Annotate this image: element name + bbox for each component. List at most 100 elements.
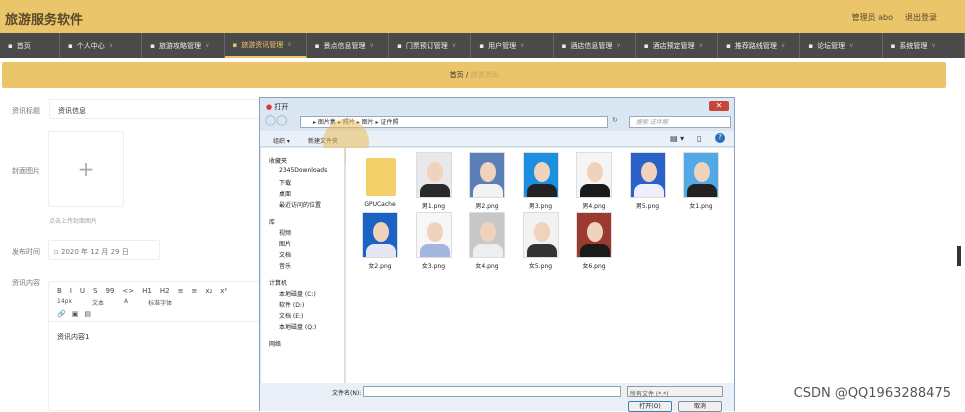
rich-editor[interactable]: B I U S 99 <> H1 H2 ≡ ≡ x₂ x² 14px 文本 A 标准字体 🔗 ▣ ▤ 资讯内容1 xyxy=(48,281,263,411)
color-icon[interactable]: A xyxy=(124,298,128,307)
photo-thumbnail xyxy=(683,152,719,198)
nav-pane-item[interactable]: 软件 (D:) xyxy=(261,298,344,309)
logout-link[interactable]: 退出登录 xyxy=(905,12,937,23)
editor-tool-button[interactable]: <> xyxy=(122,287,134,295)
nav-label: 论坛管理 xyxy=(817,41,846,50)
file-item[interactable]: 男3.png xyxy=(519,152,563,210)
refresh-icon[interactable]: ↻ xyxy=(612,116,618,124)
nav-pane-item[interactable]: 桌面 xyxy=(261,187,344,198)
editor-content[interactable]: 资讯内容1 xyxy=(49,322,262,352)
title-input[interactable]: 资讯信息 xyxy=(49,99,264,119)
image-icon[interactable]: ▣ xyxy=(72,310,79,318)
content-label: 资讯内容 xyxy=(12,279,40,287)
organize-button[interactable]: 组织 ▾ xyxy=(273,136,290,145)
file-item[interactable]: 男4.png xyxy=(572,152,616,210)
editor-tool-button[interactable]: H2 xyxy=(160,287,170,295)
nav-item[interactable]: ▪ 景点信息管理 ∨ xyxy=(307,33,390,58)
folder-icon xyxy=(362,152,398,198)
file-item[interactable]: 男5.png xyxy=(626,152,670,210)
nav-pane-item[interactable]: 视频 xyxy=(261,226,344,237)
editor-tool-button[interactable]: x² xyxy=(220,287,227,295)
editor-tool-button[interactable]: I xyxy=(70,287,72,295)
chevron-down-icon: ∨ xyxy=(780,42,786,49)
plus-icon: + xyxy=(77,157,95,181)
nav-item[interactable]: ▪ 旅游资讯管理 ∨ xyxy=(224,33,307,58)
preview-pane-icon[interactable]: ▯ xyxy=(697,134,701,143)
editor-tool-button[interactable]: ≡ xyxy=(178,287,184,295)
nav-item[interactable]: ▪ 酒店信息管理 ∨ xyxy=(554,33,636,58)
date-picker[interactable]: ▫ 2020 年 12 月 29 日 xyxy=(48,240,160,260)
back-forward-buttons[interactable]: ◯◯ xyxy=(265,115,287,126)
file-item[interactable]: 男2.png xyxy=(465,152,509,210)
file-item[interactable]: 女4.png xyxy=(465,212,509,270)
nav-pane-item[interactable]: 2345Downloads xyxy=(261,165,344,176)
editor-tool-button[interactable]: S xyxy=(93,287,97,295)
nav-pane-item[interactable]: 网络 xyxy=(261,337,344,348)
grid-icon: ▪ xyxy=(890,41,896,50)
cancel-button[interactable]: 取消 xyxy=(678,401,722,412)
bracket-icon: ▪ xyxy=(643,41,649,50)
nav-item[interactable]: ▪ 用户管理 ∨ xyxy=(471,33,554,58)
nav-pane-item[interactable]: 本地磁盘 (C:) xyxy=(261,287,344,298)
nav-pane-item[interactable]: 最近访问的位置 xyxy=(261,198,344,209)
cover-label: 封面图片 xyxy=(12,167,40,175)
file-list: GPUCache 男1.png 男2.png 男3.png 男4.png 男5.png 女1… xyxy=(346,148,734,383)
nav-pane-item[interactable]: 收藏夹 xyxy=(261,154,344,165)
nav-item[interactable]: ▪ 旅游攻略管理 ∨ xyxy=(142,33,225,58)
file-item[interactable]: 女5.png xyxy=(519,212,563,270)
path-segment[interactable]: 证件照 xyxy=(380,119,398,126)
nav-pane-item[interactable]: 计算机 xyxy=(261,276,344,287)
chevron-down-icon: ∨ xyxy=(520,42,525,49)
nav-pane-item[interactable]: 音乐 xyxy=(261,259,344,270)
file-name: GPUCache xyxy=(364,201,396,208)
editor-tool-button[interactable]: H1 xyxy=(142,287,152,295)
nav-pane-item[interactable]: 文档 (E:) xyxy=(261,309,344,320)
nav-item[interactable]: ▪ 门票预订管理 ∨ xyxy=(389,33,472,58)
file-name: 女5.png xyxy=(528,263,553,270)
nav-pane-item[interactable]: 库 xyxy=(261,215,344,226)
file-item[interactable]: 女3.png xyxy=(412,212,456,270)
nav-item[interactable]: ▪ 首页 xyxy=(0,33,60,58)
link-icon[interactable]: 🔗 xyxy=(57,310,66,318)
nav-pane-item[interactable]: 本地磁盘 (Q:) xyxy=(261,320,344,331)
nav-pane-item[interactable]: 文档 xyxy=(261,248,344,259)
nav-item[interactable]: ▪ 系统管理 ∨ xyxy=(883,33,965,58)
chevron-down-icon: ∨ xyxy=(205,42,210,49)
hotel-icon: ▪ xyxy=(561,41,567,50)
editor-tool-button[interactable]: x₂ xyxy=(205,287,212,295)
file-item[interactable]: 男1.png xyxy=(412,152,456,210)
file-item[interactable]: 女2.png xyxy=(358,212,402,270)
file-type-select[interactable]: 所有文件 (*.*) xyxy=(627,386,723,398)
search-input[interactable]: 搜索 证件照 xyxy=(629,116,731,128)
size-select[interactable]: 14px xyxy=(57,298,72,307)
editor-tool-button[interactable]: U xyxy=(80,287,85,295)
cover-upload[interactable]: + xyxy=(48,131,124,207)
nav-item[interactable]: ▪ 酒店预定管理 ∨ xyxy=(636,33,719,58)
video-icon[interactable]: ▤ xyxy=(84,310,91,318)
nav-item[interactable]: ▪ 推荐路线管理 ∨ xyxy=(718,33,801,58)
file-item[interactable]: 女6.png xyxy=(572,212,616,270)
breadcrumb-home[interactable]: 首页 xyxy=(450,71,464,79)
type-select[interactable]: 文本 xyxy=(92,298,104,307)
home-icon: ▪ xyxy=(8,41,13,50)
open-button[interactable]: 打开(O) xyxy=(628,401,672,412)
view-icon[interactable]: ▤ ▾ xyxy=(670,134,684,143)
editor-tool-button[interactable]: ≡ xyxy=(191,287,197,295)
help-icon[interactable]: ? xyxy=(715,133,725,143)
file-item[interactable]: GPUCache xyxy=(358,152,402,208)
nav-item[interactable]: ▪ 个人中心 ∨ xyxy=(60,33,143,58)
font-select[interactable]: 标准字体 xyxy=(148,298,172,307)
editor-tool-button[interactable]: B xyxy=(57,287,62,295)
path-segment[interactable]: 图片 xyxy=(362,119,374,126)
close-button[interactable]: ✕ xyxy=(709,101,729,111)
app-title: 旅游服务软件 xyxy=(5,13,84,28)
nav-item[interactable]: ▪ 论坛管理 ∨ xyxy=(800,33,883,58)
filename-input[interactable] xyxy=(363,386,621,397)
scroll-handle[interactable] xyxy=(957,246,961,266)
nav-pane-item[interactable]: 下载 xyxy=(261,176,344,187)
photo-thumbnail xyxy=(415,212,452,258)
file-item[interactable]: 女1.png xyxy=(679,152,723,210)
editor-tool-button[interactable]: 99 xyxy=(105,287,114,295)
nav-pane-item[interactable]: 图片 xyxy=(261,237,344,248)
chrome-icon: ● xyxy=(266,103,273,111)
